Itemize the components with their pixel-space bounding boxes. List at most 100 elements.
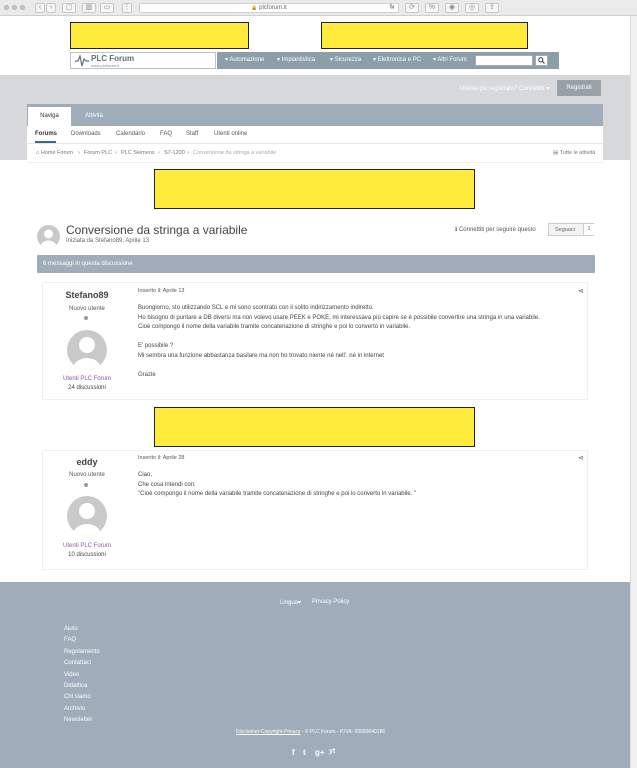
facebook-icon[interactable]: f [292, 748, 295, 757]
footer-link-contattaci[interactable]: Contattaci [64, 660, 91, 666]
disclaimer-link[interactable]: Disclaimer-Copyright-Privacy [236, 729, 300, 735]
ad-banner-top-right[interactable] [321, 22, 528, 49]
subnav-forums[interactable]: Forums [35, 131, 57, 137]
signin-link[interactable]: Utente già registrato? Connettiti ▾ [460, 85, 549, 92]
ad-banner-between-posts[interactable] [154, 407, 475, 447]
search-input[interactable] [475, 55, 533, 66]
register-button[interactable]: Registrati [557, 80, 601, 96]
post-line: Ho bisogno di puntare a DB diversi ma no… [138, 314, 540, 321]
post-line: "Cioè compongo il nome della variabile t… [138, 491, 417, 497]
breadcrumb-forum-plc[interactable]: Forum PLC [84, 150, 112, 156]
back-button[interactable]: ‹ [35, 3, 45, 13]
breadcrumb-sep: › [78, 150, 80, 156]
footer-link-didattica[interactable]: Didattica [64, 683, 87, 689]
post-author-group[interactable]: Utenti PLC Forum [40, 376, 134, 382]
privacy-policy-link[interactable]: Privacy Policy [312, 599, 349, 605]
rank-pip-icon [84, 483, 88, 487]
home-icon: ⌂ [36, 150, 40, 156]
zoom-window-icon[interactable] [20, 5, 25, 10]
extension-3-icon[interactable]: ◉ [445, 3, 459, 13]
minimize-window-icon[interactable] [12, 5, 17, 10]
nav-altri-forum[interactable]: ▾ Altri Forum [433, 52, 467, 69]
share-icon[interactable]: ⋖ [578, 454, 584, 462]
breadcrumb-home[interactable]: ⌂ Home Forum [36, 150, 73, 156]
tab-overview-button[interactable]: ▢ [62, 3, 76, 13]
footer-link-chi-siamo[interactable]: Chi siamo [64, 694, 91, 700]
youtube-icon[interactable]: yt [329, 748, 335, 755]
ad-banner-top-left[interactable] [70, 22, 249, 49]
all-activity-label: Tutte le attività [559, 150, 596, 156]
post-author-group[interactable]: Utenti PLC Forum [40, 543, 134, 549]
share-icon[interactable]: ⋖ [578, 287, 584, 295]
follow-button[interactable]: Seguaci 1 [548, 223, 594, 236]
nav-elettronica[interactable]: ▾ Elettronica e PC [373, 52, 421, 69]
forward-button[interactable]: › [46, 3, 56, 13]
post-line: Ciao, [138, 472, 153, 478]
extension-1-icon[interactable]: ⟳ [405, 3, 419, 13]
post-body: Buongiorno, sto utilizzando SCL e mi son… [138, 304, 578, 380]
tab-naviga[interactable]: Naviga [28, 107, 71, 126]
post-line [138, 361, 578, 371]
subnav-calendario[interactable]: Calendario [116, 131, 145, 137]
reader-button[interactable]: ▭ [100, 3, 114, 13]
address-bar[interactable]: 🔒 plcforum.it ✕ [139, 3, 399, 13]
post-author-discussions: 24 discussioni [68, 385, 106, 391]
chevron-down-icon: ▾ [298, 600, 302, 606]
subnav-faq[interactable]: FAQ [160, 131, 172, 137]
share-page-icon[interactable]: ⇪ [485, 3, 499, 13]
chevron-down-icon: ▾ [546, 86, 550, 92]
post-author-avatar[interactable] [67, 496, 107, 536]
ad-banner-middle[interactable] [154, 169, 475, 209]
nav-automazione[interactable]: ▾ Automazione [225, 52, 264, 69]
footer-link-aiuto[interactable]: Aiuto [64, 626, 78, 632]
breadcrumb-s7-1200[interactable]: S7-1200 [164, 150, 185, 156]
language-selector[interactable]: Lingua▾ [280, 599, 301, 606]
messages-count-bar: 6 messaggi in questa discussione [37, 255, 595, 273]
menu-button[interactable]: ⋮ [122, 3, 132, 13]
info-icon: ℹ [455, 227, 458, 233]
all-activity-link[interactable]: ▤ Tutte le attività [553, 150, 595, 156]
close-window-icon[interactable] [4, 5, 9, 10]
sidebar-button[interactable]: ▥ [82, 3, 96, 13]
post-author-avatar[interactable] [67, 330, 107, 370]
breadcrumb-plc-siemens[interactable]: PLC Siemens [121, 150, 155, 156]
logo-text: PLC Forum [91, 54, 135, 63]
browser-toolbar: ‹ › ▢ ▥ ▭ ⋮ 🔒 plcforum.it ✕ ↻ ⟳ % ◉ ◎ ⇪ [0, 0, 637, 16]
page-scrollbar[interactable] [630, 16, 637, 768]
user-silhouette-icon [73, 503, 101, 536]
footer-link-archivio[interactable]: Archivio [64, 706, 85, 712]
footer-link-video[interactable]: Video [64, 672, 79, 678]
search-icon [538, 57, 545, 64]
extension-2-icon[interactable]: % [425, 3, 439, 13]
subnav-staff[interactable]: Staff [186, 131, 198, 137]
post-line: Che cosa intendi con: [138, 481, 196, 488]
language-label: Lingua [280, 600, 299, 606]
footer-link-faq[interactable]: FAQ [64, 637, 76, 643]
follow-hint: ℹ Connettiti per seguire questo [455, 226, 536, 233]
topic-author-avatar[interactable] [37, 225, 60, 248]
footer-link-regolamento[interactable]: Regolamento [64, 649, 100, 655]
user-silhouette-icon [40, 229, 57, 248]
post-line: Buongiorno, sto utilizzando SCL e mi son… [138, 305, 374, 311]
breadcrumb-sep: › [158, 150, 160, 156]
search-button[interactable] [535, 55, 548, 66]
subnav-downloads[interactable]: Downloads [71, 131, 101, 137]
site-logo[interactable]: PLC Forum www.plcforum.it [70, 52, 216, 69]
extension-4-icon[interactable]: ◎ [465, 3, 479, 13]
tab-attivita[interactable]: Attività [76, 107, 112, 126]
nav-sicurezza[interactable]: ▾ Sicurezza [330, 52, 361, 69]
post-date: Inserito il: Aprile 28 [138, 455, 185, 461]
nav-label: Elettronica e PC [377, 57, 422, 63]
nav-impiantistica[interactable]: ▾ Impiantistica [277, 52, 315, 69]
google-plus-icon[interactable]: g+ [315, 748, 325, 757]
reload-icon[interactable]: ↻ [389, 3, 395, 11]
nav-label: Automazione [229, 57, 265, 63]
post-author-name[interactable]: Stefano89 [40, 290, 134, 300]
copyright-text: - © PLC Forum - P.IVA: 00650640186 [300, 729, 386, 735]
footer-link-newsletter[interactable]: Newsletter [64, 717, 92, 723]
signin-label: Utente già registrato? Connettiti [460, 86, 545, 92]
subnav-utenti-online[interactable]: Utenti online [214, 131, 247, 137]
user-silhouette-icon [73, 337, 101, 370]
twitter-icon[interactable]: t [303, 748, 306, 757]
post-author-name[interactable]: eddy [40, 457, 134, 467]
